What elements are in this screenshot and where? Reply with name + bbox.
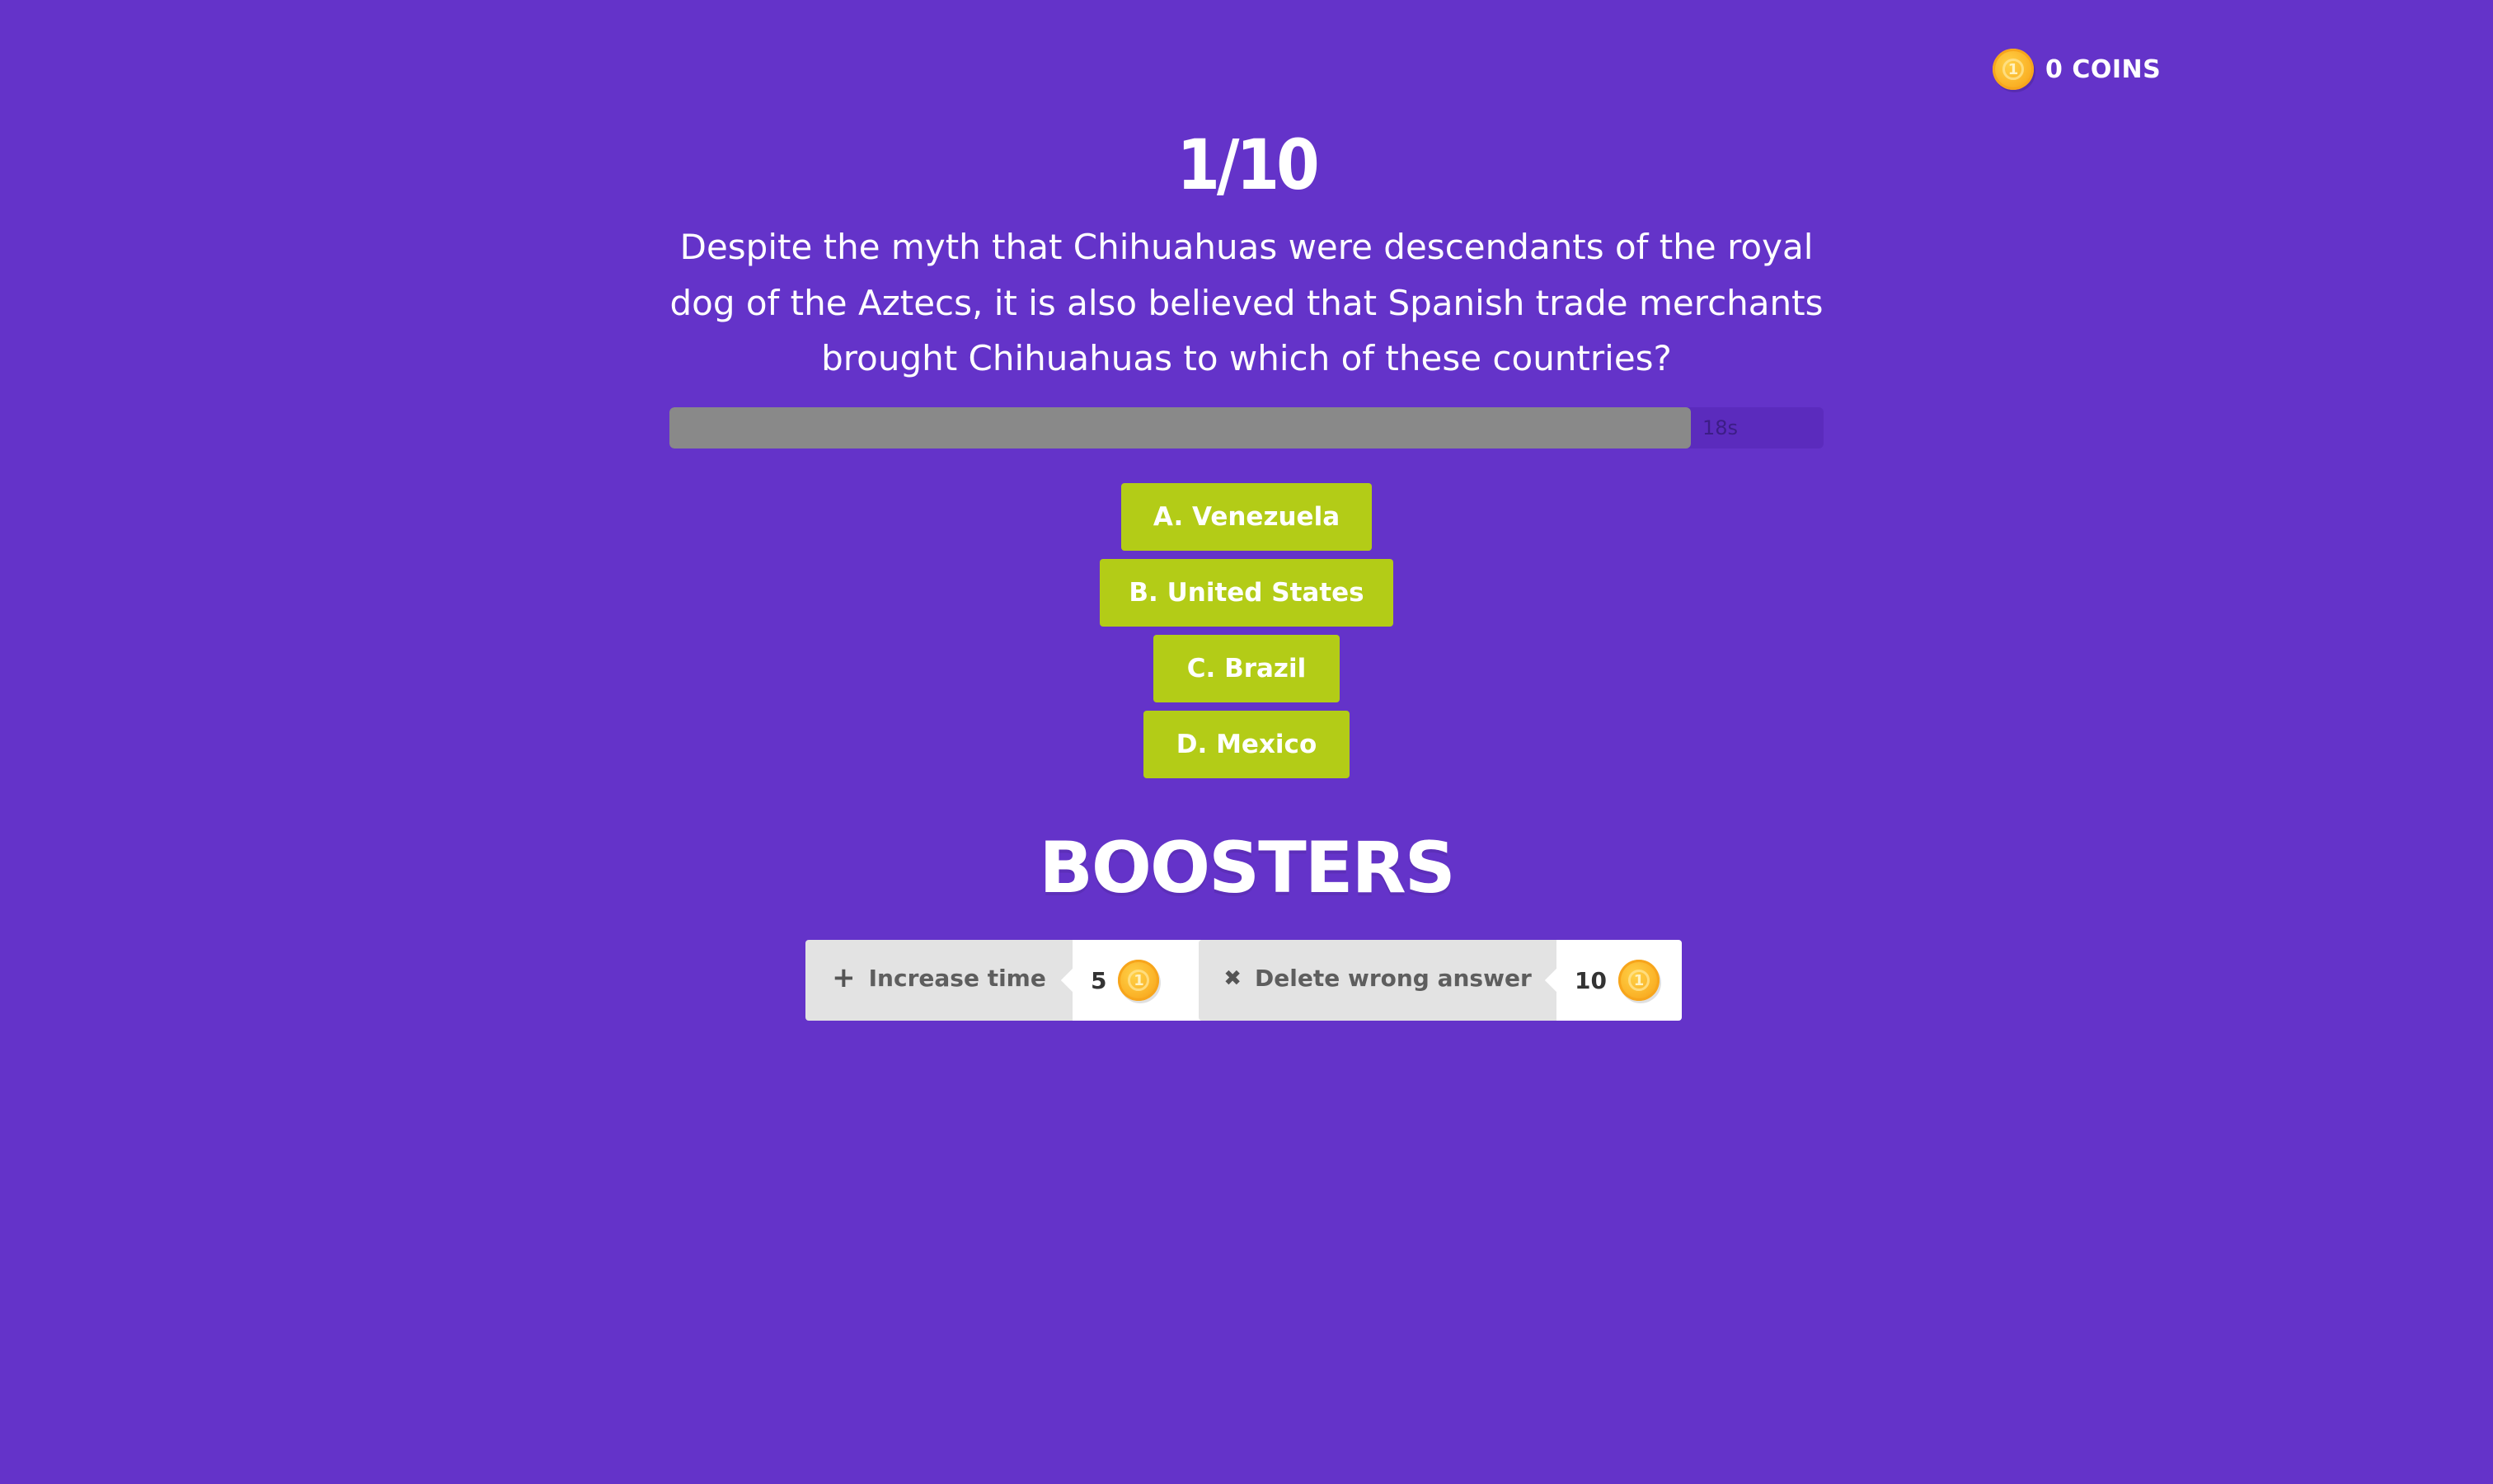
answer-list: A. Venezuela B. United States C. Brazil …	[0, 483, 2493, 778]
booster-cost-value: 5	[1091, 966, 1107, 994]
boosters-heading: BOOSTERS	[1039, 827, 1455, 909]
coin-balance-text: 0 COINS	[2045, 54, 2162, 84]
close-icon: ✖	[1223, 966, 1242, 991]
question-text: Despite the myth that Chihuahuas were de…	[669, 227, 1824, 378]
coin-icon: 1	[1617, 960, 1660, 1001]
timer-bar: 18s	[669, 407, 1824, 448]
coin-balance: 1 0 COINS	[1993, 47, 2161, 92]
booster-cost: 5 1	[1073, 940, 1204, 1021]
timer-bar-fill	[669, 407, 1691, 448]
answer-button-d[interactable]: D. Mexico	[1143, 711, 1350, 778]
timer-label: 18s	[1702, 416, 1739, 439]
coin-icon: 1	[1993, 49, 2034, 90]
booster-label: Delete wrong answer	[1255, 964, 1532, 992]
booster-main: + Increase time	[805, 940, 1073, 1021]
booster-label: Increase time	[868, 964, 1046, 992]
answer-button-c[interactable]: C. Brazil	[1153, 635, 1340, 702]
booster-delete-wrong-answer-button[interactable]: ✖ Delete wrong answer 10 1	[1199, 940, 1682, 1021]
answer-button-a[interactable]: A. Venezuela	[1121, 483, 1372, 551]
booster-cost: 10 1	[1556, 940, 1682, 1021]
answer-button-b[interactable]: B. United States	[1100, 559, 1393, 627]
plus-icon: +	[832, 961, 856, 994]
coin-icon: 1	[1118, 960, 1160, 1001]
booster-increase-time-button[interactable]: + Increase time 5 1	[805, 940, 1204, 1021]
booster-main: ✖ Delete wrong answer	[1199, 940, 1556, 1021]
booster-list: + Increase time 5 1 ✖ Delete wrong answe…	[0, 940, 2493, 1021]
question-counter: 1/10	[1176, 124, 1319, 205]
booster-cost-value: 10	[1575, 966, 1607, 994]
